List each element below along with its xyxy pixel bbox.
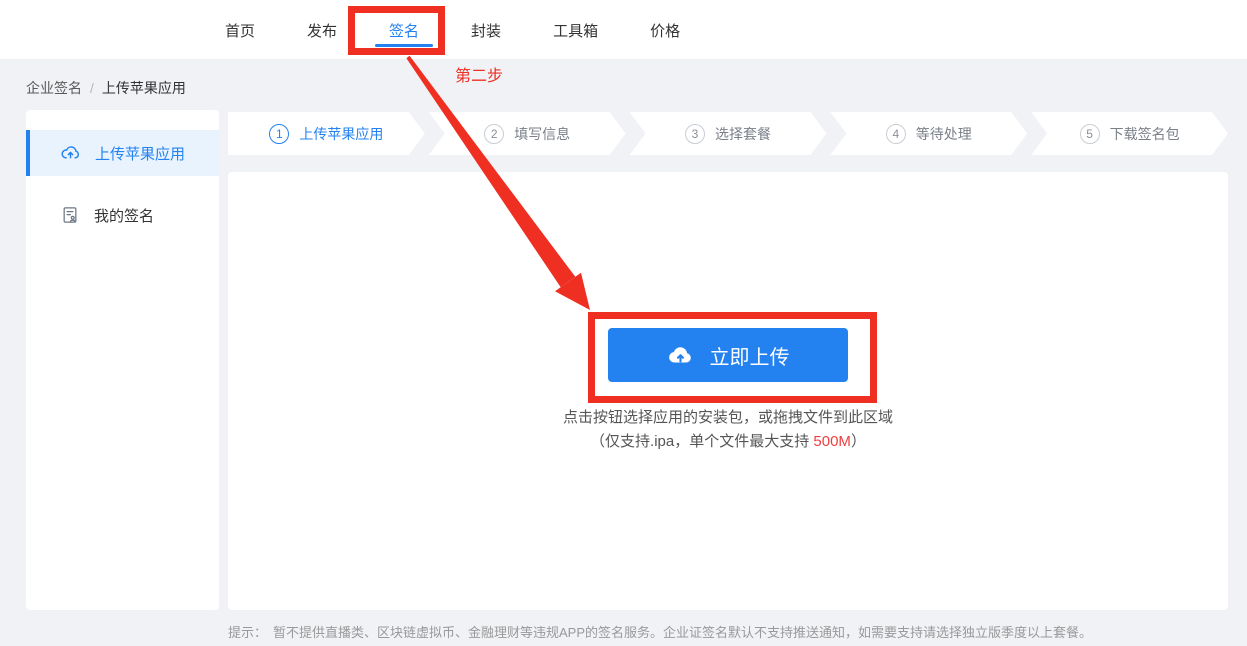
hint2-suffix: ）	[850, 433, 866, 450]
breadcrumb-separator: /	[90, 80, 94, 96]
step-number: 2	[484, 124, 504, 144]
step-label: 等待处理	[915, 125, 972, 142]
sidebar-item-label: 我的签名	[94, 207, 155, 225]
top-header: 首页 发布 签名 封装 工具箱 价格	[0, 0, 1247, 60]
step-number: 3	[685, 124, 705, 144]
tab-signature[interactable]: 签名	[375, 0, 434, 60]
tab-home[interactable]: 首页	[223, 0, 257, 60]
sidebar: 上传苹果应用 我的签名	[26, 110, 219, 610]
upload-hint-line1: 点击按钮选择应用的安装包，或拖拽文件到此区域	[562, 409, 893, 426]
tab-package[interactable]: 封装	[469, 0, 503, 60]
max-size-value: 500M	[813, 433, 851, 450]
sidebar-item-label: 上传苹果应用	[95, 145, 186, 163]
footer-tip: 提示： 暂不提供直播类、区块链虚拟币、金融理财等违规APP的签名服务。企业证签名默…	[228, 622, 1092, 641]
step-label: 上传苹果应用	[299, 125, 384, 142]
step-3-choose-plan: 3 选择套餐	[630, 112, 827, 155]
step-label: 下载签名包	[1109, 125, 1180, 142]
step-label: 填写信息	[514, 125, 571, 142]
tip-text: 暂不提供直播类、区块链虚拟币、金融理财等违规APP的签名服务。企业证签名默认不支…	[273, 625, 1093, 640]
step-number: 1	[269, 124, 289, 144]
step-number: 4	[886, 124, 906, 144]
upload-dropzone-panel[interactable]: 立即上传 点击按钮选择应用的安装包，或拖拽文件到此区域 （仅支持.ipa，单个文…	[228, 172, 1228, 610]
upload-hint-line2: （仅支持.ipa，单个文件最大支持 500M）	[228, 430, 1228, 451]
hint2-prefix: （仅支持.ipa，单个文件最大支持	[590, 433, 814, 450]
breadcrumb-parent[interactable]: 企业签名	[26, 78, 82, 98]
cloud-upload-icon	[60, 143, 81, 164]
main-nav: 首页 发布 签名 封装 工具箱 价格	[223, 0, 682, 60]
tip-label: 提示：	[228, 625, 268, 640]
cloud-upload-filled-icon	[667, 342, 694, 369]
annotation-step-note: 第二步	[455, 68, 504, 85]
breadcrumb: 企业签名 / 上传苹果应用	[26, 78, 186, 98]
step-label: 选择套餐	[714, 125, 771, 142]
tab-publish[interactable]: 发布	[305, 0, 339, 60]
page: 首页 发布 签名 封装 工具箱 价格 企业签名 / 上传苹果应用 上传苹果应用	[0, 0, 1247, 646]
step-number: 5	[1080, 124, 1100, 144]
sidebar-item-my-signatures[interactable]: 我的签名	[26, 192, 219, 238]
signature-doc-icon	[60, 205, 80, 225]
sidebar-item-upload-app[interactable]: 上传苹果应用	[26, 130, 219, 176]
step-1-upload: 1 上传苹果应用	[228, 112, 425, 155]
tab-toolbox[interactable]: 工具箱	[551, 0, 600, 60]
step-2-fill-info: 2 填写信息	[429, 112, 626, 155]
step-wizard: 1 上传苹果应用 2 填写信息 3 选择套餐 4 等待处理 5 下载签名包	[228, 112, 1228, 155]
tab-price[interactable]: 价格	[648, 0, 682, 60]
upload-now-button[interactable]: 立即上传	[608, 328, 848, 382]
step-5-download-package: 5 下载签名包	[1031, 112, 1228, 155]
upload-button-label: 立即上传	[709, 346, 790, 369]
step-4-wait-processing: 4 等待处理	[830, 112, 1027, 155]
breadcrumb-current: 上传苹果应用	[101, 80, 186, 96]
